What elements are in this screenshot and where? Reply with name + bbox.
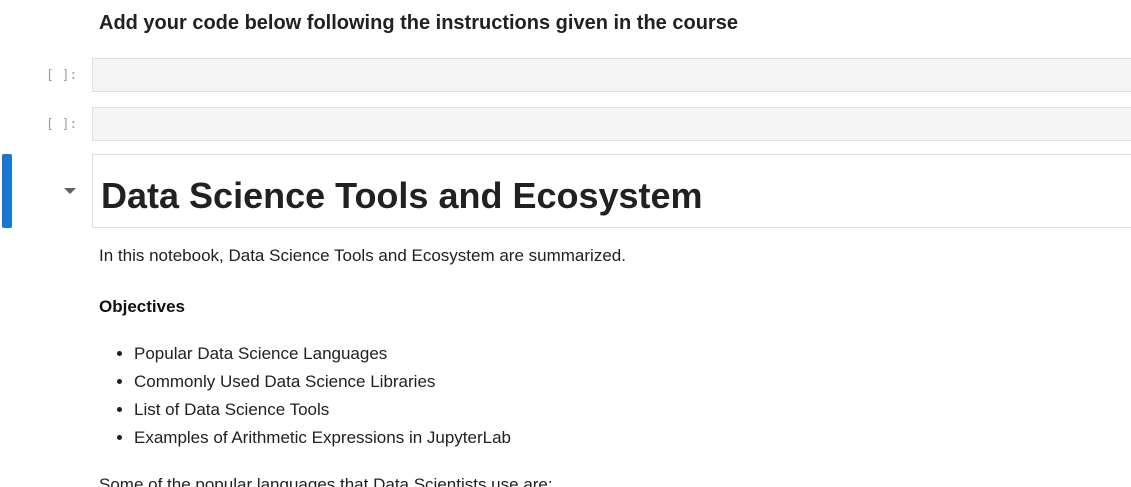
list-item: Examples of Arithmetic Expressions in Ju… — [134, 427, 511, 455]
active-cell-indicator[interactable] — [2, 154, 12, 228]
code-cell-1-input[interactable] — [92, 58, 1131, 92]
objectives-list: Popular Data Science Languages Commonly … — [99, 343, 511, 455]
objectives-label: Objectives — [99, 297, 185, 316]
intro-paragraph: In this notebook, Data Science Tools and… — [99, 246, 626, 265]
code-cell-2-input[interactable] — [92, 107, 1131, 141]
code-cell-prompt-1: [ ]: — [46, 68, 78, 83]
list-item: List of Data Science Tools — [134, 399, 511, 427]
notebook-title: Data Science Tools and Ecosystem — [101, 175, 703, 216]
caret-down-icon[interactable] — [64, 188, 76, 194]
notebook-panel: Add your code below following the instru… — [0, 0, 1131, 487]
markdown-title-cell[interactable]: Data Science Tools and Ecosystem — [92, 154, 1131, 228]
list-item: Popular Data Science Languages — [134, 343, 511, 371]
instruction-heading: Add your code below following the instru… — [99, 12, 738, 34]
languages-paragraph: Some of the popular languages that Data … — [99, 475, 553, 487]
list-item: Commonly Used Data Science Libraries — [134, 371, 511, 399]
code-cell-prompt-2: [ ]: — [46, 117, 78, 132]
